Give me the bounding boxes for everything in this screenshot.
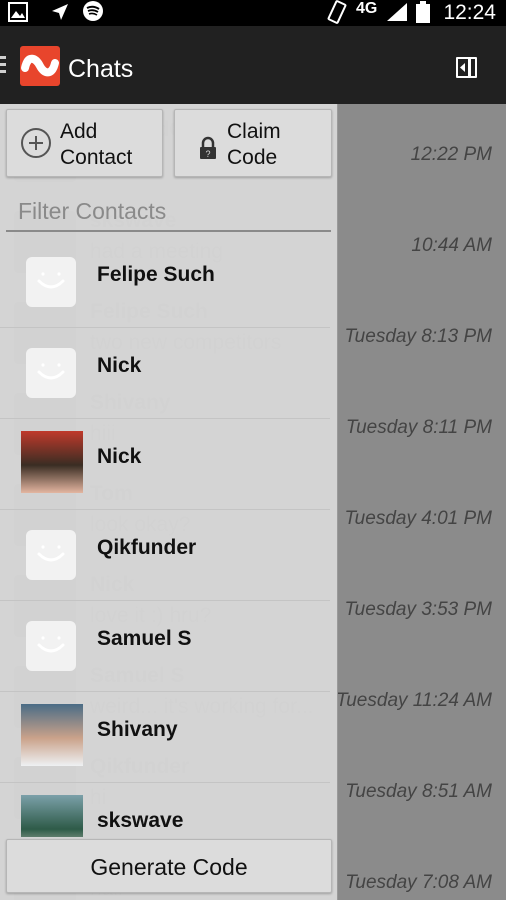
gallery-icon bbox=[8, 2, 28, 22]
svg-text:?: ? bbox=[205, 149, 210, 159]
contact-item[interactable]: skswave bbox=[0, 783, 330, 837]
contacts-drawer: Add Contact ? Claim Code Felipe Such Nick… bbox=[0, 104, 338, 900]
filter-contacts-input[interactable] bbox=[6, 192, 331, 230]
contact-name: Nick bbox=[97, 445, 142, 468]
vibrate-icon bbox=[327, 0, 347, 24]
contact-name: Qikfunder bbox=[97, 536, 197, 559]
signal-icon bbox=[387, 3, 407, 21]
add-circle-icon bbox=[21, 128, 51, 158]
app-logo[interactable] bbox=[20, 46, 60, 86]
contact-name: Shivany bbox=[97, 718, 178, 741]
contact-name: skswave bbox=[97, 809, 184, 832]
battery-icon bbox=[416, 1, 430, 23]
spotify-icon bbox=[83, 1, 103, 21]
generate-code-button[interactable]: Generate Code bbox=[6, 839, 332, 893]
default-avatar-icon bbox=[26, 621, 76, 671]
claim-code-label: Claim Code bbox=[227, 120, 281, 169]
avatar-photo bbox=[21, 795, 83, 837]
add-contact-label: Add Contact bbox=[60, 120, 133, 169]
contact-list: Felipe Such Nick Nick Qikfunder Samuel S Shiv… bbox=[0, 237, 338, 837]
add-contact-button[interactable]: Add Contact bbox=[6, 109, 163, 177]
generate-code-label: Generate Code bbox=[90, 854, 248, 880]
filter-contacts-field[interactable] bbox=[6, 192, 331, 232]
contact-item[interactable]: Felipe Such bbox=[0, 237, 330, 328]
contact-name: Felipe Such bbox=[97, 263, 215, 286]
page-title: Chats bbox=[68, 55, 134, 83]
action-bar: Chats bbox=[0, 26, 506, 104]
drawer-menu-icon[interactable] bbox=[0, 56, 8, 76]
clock: 12:24 bbox=[443, 1, 496, 24]
contact-name: Nick bbox=[97, 354, 142, 377]
contact-item[interactable]: Nick bbox=[0, 328, 330, 419]
contact-item[interactable]: Nick bbox=[0, 419, 330, 510]
avatar-photo bbox=[21, 431, 83, 493]
contact-item[interactable]: Samuel S bbox=[0, 601, 330, 692]
contact-name: Samuel S bbox=[97, 627, 192, 650]
drawer-scrim[interactable] bbox=[338, 104, 506, 900]
exit-icon[interactable] bbox=[456, 57, 477, 78]
default-avatar-icon bbox=[26, 348, 76, 398]
network-type-label: 4G bbox=[356, 0, 378, 17]
contact-item[interactable]: Shivany bbox=[0, 692, 330, 783]
default-avatar-icon bbox=[26, 530, 76, 580]
contact-item[interactable]: Qikfunder bbox=[0, 510, 330, 601]
lock-icon: ? bbox=[200, 136, 216, 159]
avatar-photo bbox=[21, 704, 83, 766]
navigation-icon bbox=[52, 4, 68, 20]
default-avatar-icon bbox=[26, 257, 76, 307]
claim-code-button[interactable]: ? Claim Code bbox=[174, 109, 332, 177]
status-bar: 4G 12:24 bbox=[0, 0, 506, 26]
